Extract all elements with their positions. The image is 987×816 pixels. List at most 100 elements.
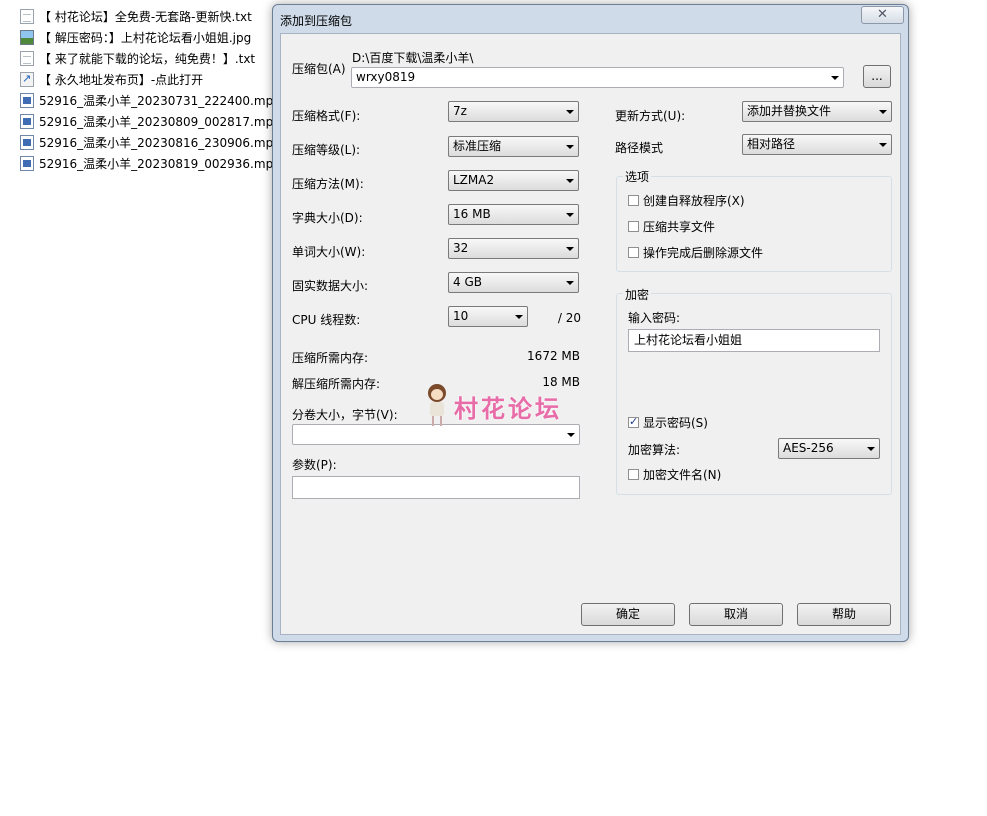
file-item[interactable]: 【 来了就能下载的论坛，纯免费！】.txt — [20, 48, 281, 69]
update-value: 添加并替换文件 — [747, 104, 832, 118]
text-file-icon — [20, 51, 34, 66]
path-mode-select[interactable]: 相对路径 — [742, 134, 892, 155]
browse-button[interactable]: ... — [863, 65, 891, 88]
ok-button[interactable]: 确定 — [581, 603, 675, 626]
file-item[interactable]: 52916_温柔小羊_20230816_230906.mp4 — [20, 132, 281, 153]
options-title: 选项 — [623, 168, 652, 185]
dict-select[interactable]: 16 MB — [448, 204, 579, 225]
sfx-checkbox-label: 创建自释放程序(X) — [643, 194, 745, 208]
archive-path: D:\百度下载\温柔小羊\ — [352, 51, 474, 65]
image-file-icon — [20, 30, 34, 45]
add-to-archive-dialog: 添加到压缩包 ✕ 压缩包(A) D:\百度下载\温柔小羊\ wrxy0819 .… — [272, 4, 909, 642]
file-list: 【 村花论坛】全免费-无套路-更新快.txt 【 解压密码：】上村花论坛看小姐姐… — [20, 6, 281, 174]
mem-compress-label: 压缩所需内存: — [292, 351, 369, 365]
file-item[interactable]: 【 解压密码：】上村花论坛看小姐姐.jpg — [20, 27, 281, 48]
mem-decompress-label: 解压缩所需内存: — [292, 377, 381, 391]
help-button[interactable]: 帮助 — [797, 603, 891, 626]
solid-select[interactable]: 4 GB — [448, 272, 579, 293]
threads-select[interactable]: 10 — [448, 306, 528, 327]
watermark-text: 村花论坛 — [454, 394, 562, 423]
params-input[interactable] — [292, 476, 580, 499]
mem-compress-value: 1672 MB — [527, 349, 580, 363]
format-select[interactable]: 7z — [448, 101, 579, 122]
encryption-title: 加密 — [623, 286, 652, 303]
password-input[interactable]: 上村花论坛看小姐姐 — [628, 329, 880, 352]
volume-label: 分卷大小，字节(V): — [292, 408, 398, 422]
delete-source-checkbox-label: 操作完成后删除源文件 — [643, 246, 764, 260]
show-password-label: 显示密码(S) — [643, 416, 708, 430]
chevron-down-icon — [566, 213, 574, 217]
encrypt-filenames-checkbox[interactable]: 加密文件名(N) — [628, 466, 721, 483]
format-label: 压缩格式(F): — [292, 109, 361, 123]
shared-files-checkbox[interactable]: 压缩共享文件 — [628, 218, 715, 235]
dialog-client: 压缩包(A) D:\百度下载\温柔小羊\ wrxy0819 ... 压缩格式(F… — [280, 33, 901, 635]
chevron-down-icon — [831, 76, 839, 80]
level-label: 压缩等级(L): — [292, 143, 361, 157]
dict-value: 16 MB — [453, 207, 491, 221]
path-mode-label: 路径模式 — [615, 141, 664, 155]
chevron-down-icon — [879, 143, 887, 147]
text-file-icon — [20, 9, 34, 24]
password-label: 输入密码: — [628, 311, 681, 325]
chevron-down-icon — [566, 247, 574, 251]
shortcut-icon — [20, 72, 34, 87]
checkbox-box — [628, 247, 639, 258]
threads-max: / 20 — [557, 311, 581, 325]
enc-method-label: 加密算法: — [628, 443, 681, 457]
video-file-icon — [20, 156, 34, 171]
word-label: 单词大小(W): — [292, 245, 366, 259]
word-value: 32 — [453, 241, 469, 255]
dialog-title: 添加到压缩包 — [280, 14, 353, 28]
method-label: 压缩方法(M): — [292, 177, 364, 191]
checkbox-box — [628, 221, 639, 232]
checkbox-box-checked — [628, 415, 639, 428]
solid-value: 4 GB — [453, 275, 482, 289]
threads-label: CPU 线程数: — [292, 313, 361, 327]
chevron-down-icon — [879, 110, 887, 114]
video-file-icon — [20, 93, 34, 108]
close-icon: ✕ — [877, 7, 888, 22]
show-password-checkbox[interactable]: 显示密码(S) — [628, 414, 708, 431]
word-select[interactable]: 32 — [448, 238, 579, 259]
method-value: LZMA2 — [453, 173, 495, 187]
file-item[interactable]: 52916_温柔小羊_20230819_002936.mp4 — [20, 153, 281, 174]
enc-method-select[interactable]: AES-256 — [778, 438, 880, 459]
watermark: 村花论坛 — [426, 384, 562, 428]
encrypt-filenames-label: 加密文件名(N) — [643, 468, 722, 482]
checkbox-box — [628, 195, 639, 206]
sfx-checkbox[interactable]: 创建自释放程序(X) — [628, 192, 745, 209]
dialog-titlebar[interactable]: 添加到压缩包 ✕ — [273, 5, 908, 33]
archive-label: 压缩包(A) — [292, 62, 346, 76]
chevron-down-icon — [566, 145, 574, 149]
enc-method-value: AES-256 — [783, 441, 834, 455]
solid-label: 固实数据大小: — [292, 279, 369, 293]
level-value: 标准压缩 — [453, 139, 502, 153]
file-item[interactable]: 52916_温柔小羊_20230809_002817.mp4 — [20, 111, 281, 132]
chevron-down-icon — [567, 433, 575, 437]
archive-name-combo[interactable]: wrxy0819 — [351, 67, 844, 88]
params-label: 参数(P): — [292, 458, 337, 472]
checkbox-box — [628, 469, 639, 480]
delete-source-checkbox[interactable]: 操作完成后删除源文件 — [628, 244, 763, 261]
archive-name-value: wrxy0819 — [356, 70, 416, 84]
chevron-down-icon — [515, 315, 523, 319]
chevron-down-icon — [566, 179, 574, 183]
format-value: 7z — [453, 104, 467, 118]
chevron-down-icon — [566, 110, 574, 114]
file-item[interactable]: 【 永久地址发布页】-点此打开 — [20, 69, 281, 90]
path-mode-value: 相对路径 — [747, 137, 796, 151]
file-item[interactable]: 52916_温柔小羊_20230731_222400.mp4 — [20, 90, 281, 111]
level-select[interactable]: 标准压缩 — [448, 136, 579, 157]
threads-value: 10 — [453, 309, 469, 323]
shared-files-checkbox-label: 压缩共享文件 — [643, 220, 716, 234]
close-button[interactable]: ✕ — [861, 6, 904, 24]
watermark-girl-icon — [426, 384, 448, 428]
cancel-button[interactable]: 取消 — [689, 603, 783, 626]
chevron-down-icon — [566, 281, 574, 285]
video-file-icon — [20, 114, 34, 129]
method-select[interactable]: LZMA2 — [448, 170, 579, 191]
update-select[interactable]: 添加并替换文件 — [742, 101, 892, 122]
file-item[interactable]: 【 村花论坛】全免费-无套路-更新快.txt — [20, 6, 281, 27]
dict-label: 字典大小(D): — [292, 211, 363, 225]
chevron-down-icon — [867, 447, 875, 451]
